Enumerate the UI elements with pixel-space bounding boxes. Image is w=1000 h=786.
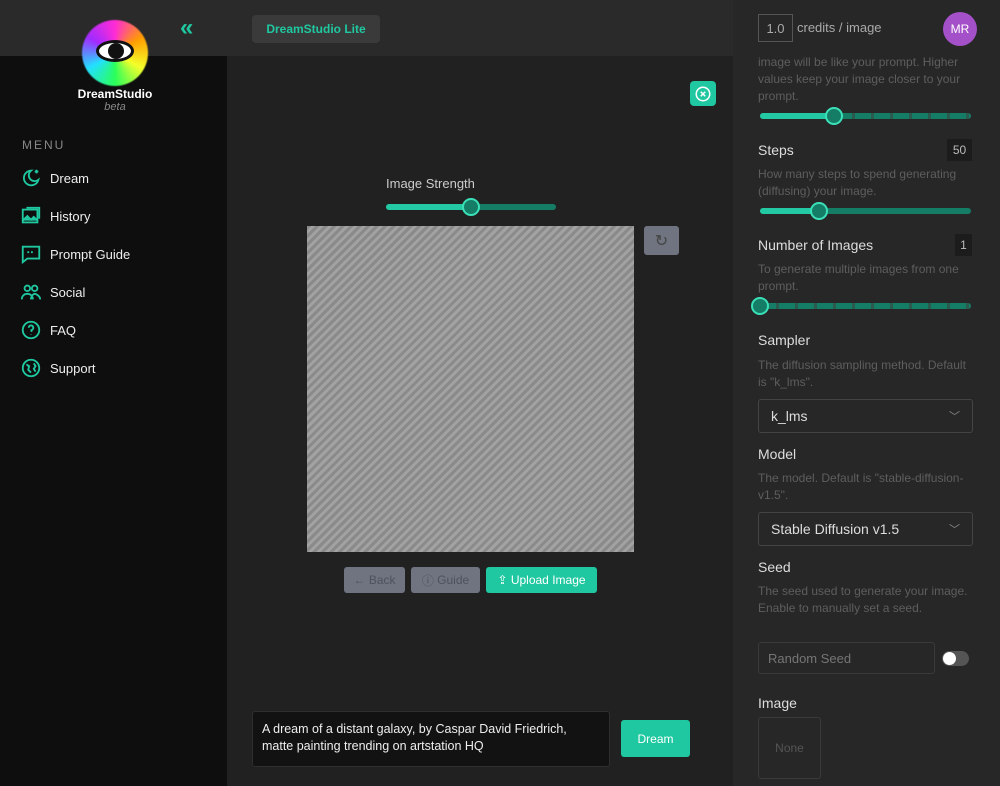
toggle-knob xyxy=(943,652,956,665)
credits-value: 1.0 xyxy=(758,14,793,42)
globe-icon xyxy=(21,358,41,378)
model-label: Model xyxy=(758,446,797,462)
slider-thumb[interactable] xyxy=(810,202,829,220)
sidebar-item-support[interactable]: Support xyxy=(20,356,96,380)
users-icon xyxy=(20,284,42,300)
question-circle-icon xyxy=(21,320,41,340)
chevron-down-icon: ﹀ xyxy=(949,411,960,423)
sidebar-item-history[interactable]: History xyxy=(20,204,90,228)
prompt-input[interactable]: A dream of a distant galaxy, by Caspar D… xyxy=(252,711,610,767)
back-button[interactable]: ← Back xyxy=(344,567,405,593)
steps-description: How many steps to spend generating (diff… xyxy=(758,167,957,198)
seed-input[interactable] xyxy=(758,642,935,674)
slider-thumb[interactable] xyxy=(751,297,769,315)
image-gallery-icon xyxy=(21,206,41,224)
num-images-label: Number of Images xyxy=(758,237,874,253)
slider-fill xyxy=(386,204,471,210)
close-circle-icon xyxy=(695,86,711,101)
collapse-sidebar-icon[interactable]: « xyxy=(180,14,193,42)
num-images-slider[interactable] xyxy=(751,297,971,315)
brand-beta: beta xyxy=(104,101,126,113)
num-images-description: To generate multiple images from one pro… xyxy=(758,262,959,293)
reset-icon[interactable]: ↻ xyxy=(644,226,679,255)
close-editor-button[interactable] xyxy=(690,81,716,106)
seed-label: Seed xyxy=(758,559,791,575)
sidebar-item-prompt-guide[interactable]: Prompt Guide xyxy=(20,242,130,266)
slider-fill xyxy=(760,113,834,119)
avatar[interactable]: MR xyxy=(943,12,977,46)
brand-name: DreamStudio xyxy=(77,87,153,101)
cfg-slider[interactable] xyxy=(760,107,971,125)
upload-icon: ⇪ xyxy=(497,573,511,587)
image-strength-label: Image Strength xyxy=(386,176,475,191)
image-strength-slider[interactable] xyxy=(386,198,556,216)
seed-toggle[interactable] xyxy=(942,651,969,666)
slider-thumb[interactable] xyxy=(824,107,843,125)
steps-label: Steps xyxy=(758,142,794,158)
sidebar-item-faq[interactable]: FAQ xyxy=(20,318,76,342)
guide-button[interactable]: ⓘ Guide xyxy=(411,567,480,593)
moon-stars-icon xyxy=(23,169,40,187)
logo-pupil xyxy=(108,43,124,59)
sampler-select[interactable]: k_lms ﹀ xyxy=(758,399,973,433)
image-canvas[interactable] xyxy=(307,226,634,552)
quote-chat-icon xyxy=(21,245,41,265)
steps-value[interactable]: 50 xyxy=(947,139,972,161)
question-circle-icon: ⓘ xyxy=(421,573,438,588)
sidebar-item-dream[interactable]: Dream xyxy=(20,166,89,190)
dream-button[interactable]: Dream xyxy=(621,720,690,757)
num-images-value[interactable]: 1 xyxy=(955,234,972,256)
credits-label: credits / image xyxy=(797,20,882,35)
chevron-down-icon: ﹀ xyxy=(949,524,960,536)
dreamstudio-lite-badge[interactable]: DreamStudio Lite xyxy=(252,15,380,43)
menu-heading: MENU xyxy=(22,138,66,152)
sidebar-item-social[interactable]: Social xyxy=(20,280,85,304)
model-description: The model. Default is "stable-diffusion-… xyxy=(758,471,964,502)
seed-description: The seed used to generate your image. En… xyxy=(758,584,968,615)
slider-thumb[interactable] xyxy=(462,198,480,216)
init-image-box[interactable]: None xyxy=(758,717,821,779)
cfg-description: image will be like your prompt. Higher v… xyxy=(758,55,961,103)
model-select[interactable]: Stable Diffusion v1.5 ﹀ xyxy=(758,512,973,546)
image-label: Image xyxy=(758,695,797,711)
sampler-label: Sampler xyxy=(758,332,811,348)
upload-image-button[interactable]: ⇪ Upload Image xyxy=(486,567,597,593)
sampler-description: The diffusion sampling method. Default i… xyxy=(758,358,966,389)
steps-slider[interactable] xyxy=(760,202,971,220)
